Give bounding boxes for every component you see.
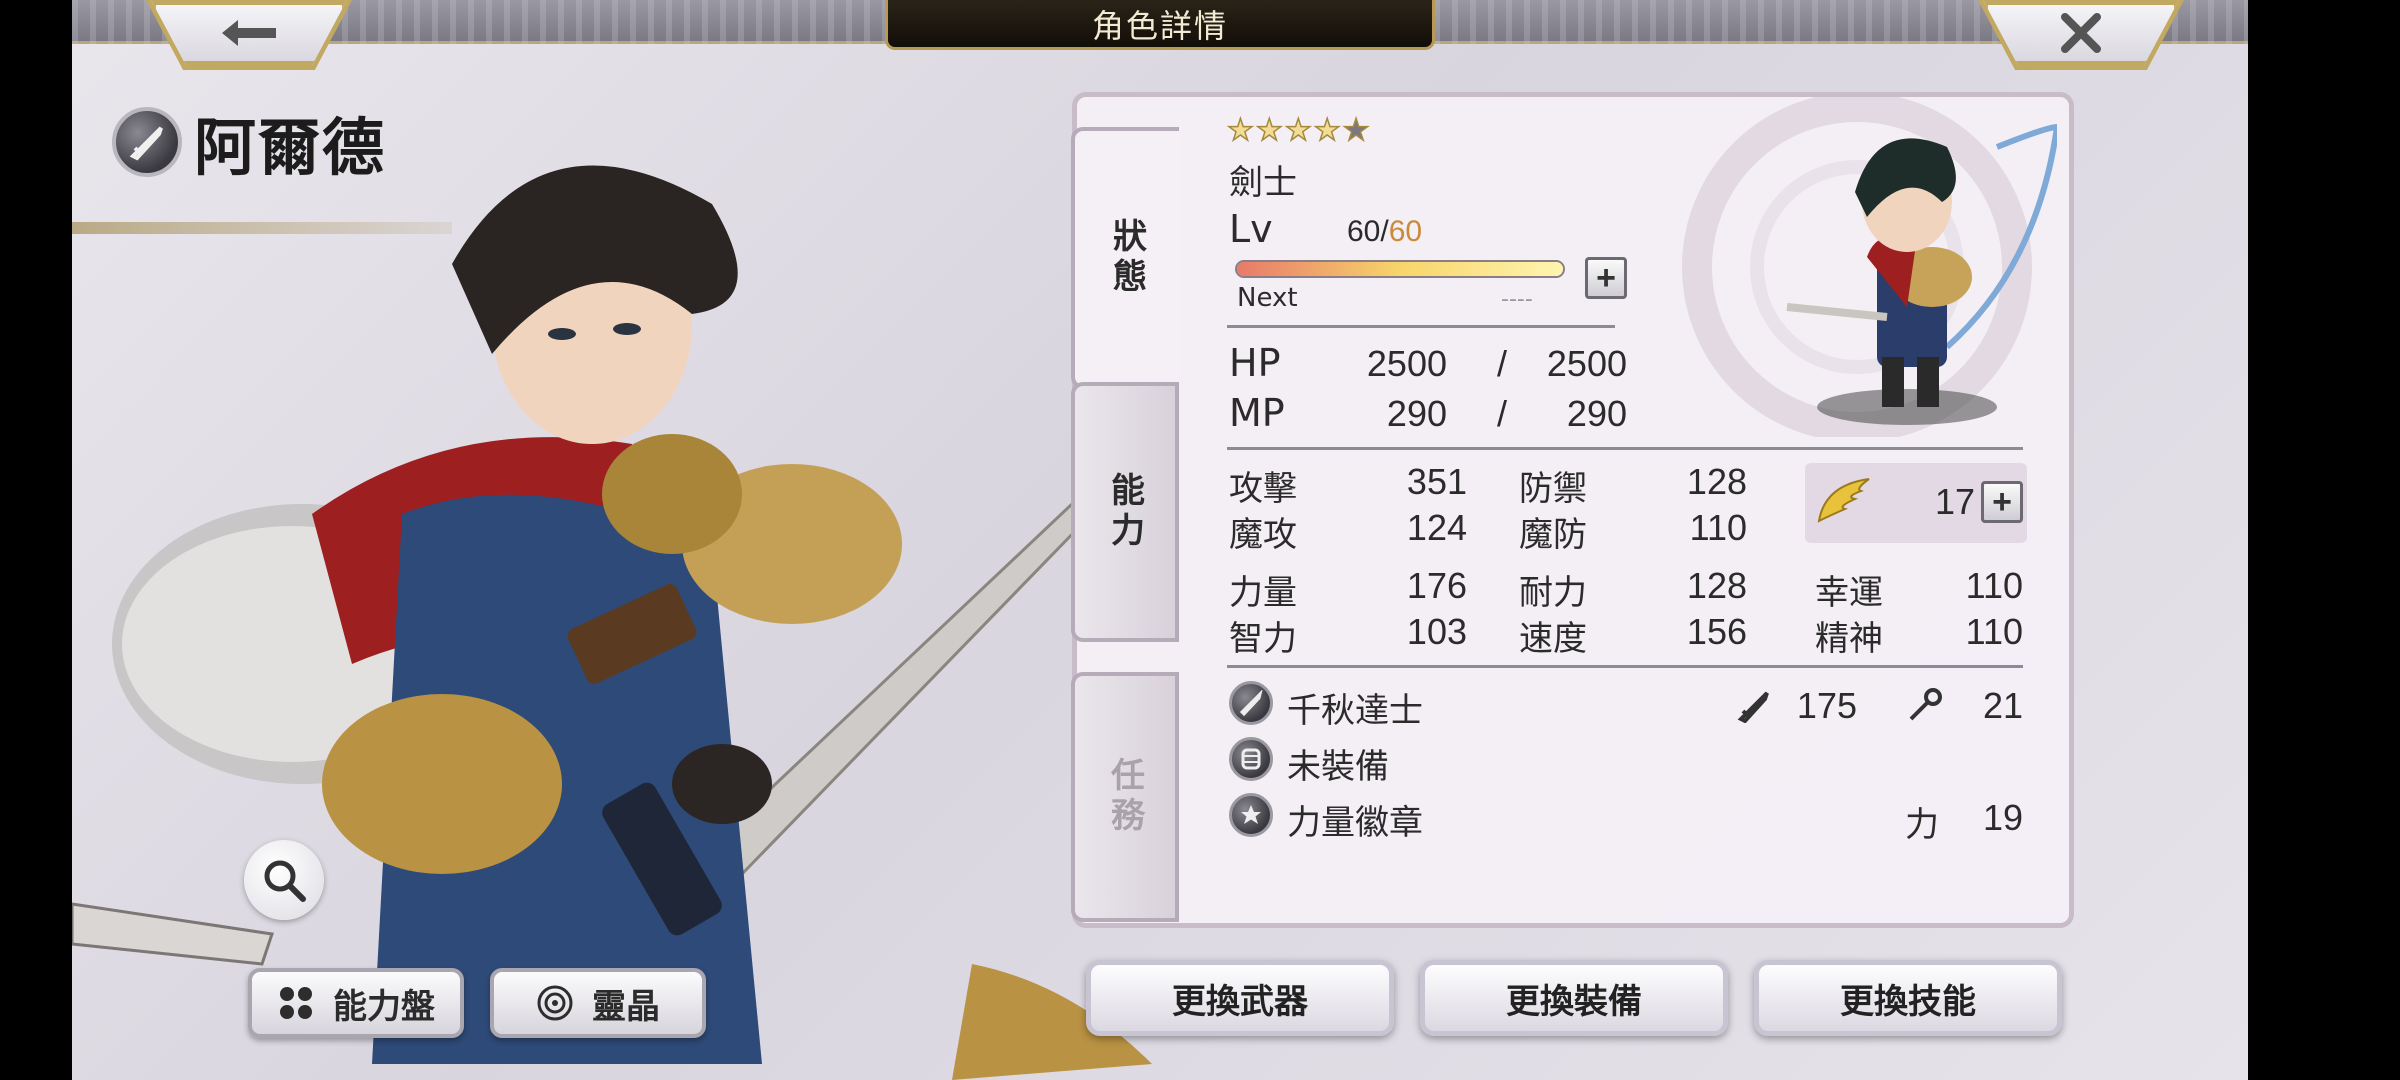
ability-board-label: 能力盤 — [333, 986, 435, 1027]
change-weapon-button[interactable]: 更換武器 — [1086, 960, 1394, 1036]
matk-label: 魔攻 — [1229, 515, 1297, 555]
character-illustration — [72, 165, 1152, 1080]
sword-icon — [1229, 681, 1273, 725]
hp-label: HP — [1229, 341, 1281, 385]
wing-value: 17 — [1934, 481, 1975, 522]
mdef-value: 110 — [1689, 507, 1747, 548]
crystal-icon — [537, 985, 573, 1021]
hp-current: 2500 — [1366, 343, 1447, 384]
exp-bar — [1235, 260, 1565, 278]
divider — [1227, 665, 2023, 668]
mp-label: MP — [1229, 391, 1285, 435]
int-value: 103 — [1406, 611, 1467, 652]
equip-badge-stat: 19 — [1982, 797, 2023, 838]
level-sep: / — [1380, 215, 1389, 248]
star-filled-icon: ★ — [1226, 113, 1254, 148]
int-label: 智力 — [1229, 619, 1297, 659]
star-empty-icon: ★ — [1342, 113, 1370, 148]
equip-weapon-name: 千秋達士 — [1287, 691, 1423, 731]
game-screen: 角色詳情 阿爾德 能力盤 靈晶 狀態 能力 任務 ★ ★ ★ ★ ★ 劍士 Lv… — [72, 0, 2248, 1080]
ability-board-button[interactable]: 能力盤 — [248, 968, 464, 1038]
wing-stat-box: 17 + — [1805, 463, 2027, 543]
spi-label: 精神 — [1815, 619, 1883, 659]
close-icon — [2061, 13, 2101, 53]
page-title: 角色詳情 — [1091, 6, 1228, 45]
badge-icon — [1229, 793, 1273, 837]
armor-icon — [1229, 737, 1273, 781]
str-value: 176 — [1406, 565, 1467, 606]
crystal-label: 靈晶 — [592, 986, 660, 1027]
vit-label: 耐力 — [1519, 573, 1587, 613]
change-skill-button[interactable]: 更換技能 — [1754, 960, 2062, 1036]
spd-value: 156 — [1686, 611, 1747, 652]
tab-status-label: 狀態 — [1106, 218, 1147, 298]
zoom-button[interactable] — [244, 840, 324, 920]
equip-badge-stat-label: 力 — [1905, 805, 1939, 845]
tab-mission-label: 任務 — [1104, 757, 1145, 837]
ability-board-icon — [280, 987, 312, 1019]
equip-armor-name: 未裝備 — [1287, 747, 1389, 787]
hp-max: 2500 — [1546, 343, 1627, 384]
job-name: 劍士 — [1229, 163, 1297, 203]
def-label: 防禦 — [1519, 469, 1587, 509]
star-filled-icon: ★ — [1255, 113, 1283, 148]
status-panel: 狀態 能力 任務 ★ ★ ★ ★ ★ 劍士 Lv 60/60 + Next ---- — [1071, 92, 2074, 928]
exp-bar-fill — [1237, 262, 1563, 276]
plus-icon: + — [1992, 482, 2012, 521]
crystal-button[interactable]: 靈晶 — [490, 968, 706, 1038]
luk-label: 幸運 — [1815, 573, 1883, 613]
divider — [1227, 325, 1615, 328]
level-max: 60 — [1388, 215, 1423, 248]
equip-weapon-matk: 21 — [1982, 685, 2023, 726]
atk-label: 攻擊 — [1229, 469, 1297, 509]
atk-value: 351 — [1406, 461, 1467, 502]
spd-label: 速度 — [1519, 619, 1587, 659]
str-label: 力量 — [1229, 573, 1297, 613]
luk-value: 110 — [1965, 565, 2023, 606]
change-equipment-label: 更換裝備 — [1506, 981, 1642, 1022]
plus-icon: + — [1596, 258, 1616, 297]
page-title-plate: 角色詳情 — [885, 0, 1435, 50]
character-art-area: 阿爾德 — [72, 44, 1172, 1080]
change-equipment-button[interactable]: 更換裝備 — [1420, 960, 1728, 1036]
star-filled-icon: ★ — [1313, 113, 1341, 148]
divider — [1227, 447, 2023, 450]
tab-mission[interactable]: 任務 — [1071, 672, 1179, 922]
vit-value: 128 — [1686, 565, 1747, 606]
rarity-stars: ★ ★ ★ ★ ★ — [1226, 113, 1370, 148]
search-icon — [264, 860, 306, 902]
sword-small-icon — [1737, 691, 1769, 723]
wing-icon — [1817, 478, 1870, 523]
tab-ability-label: 能力 — [1104, 472, 1145, 552]
next-value: ---- — [1501, 287, 1533, 312]
matk-value: 124 — [1406, 507, 1467, 548]
def-value: 128 — [1686, 461, 1747, 502]
wing-plus-button[interactable]: + — [1981, 481, 2023, 523]
change-weapon-label: 更換武器 — [1172, 981, 1308, 1022]
level-label: Lv — [1229, 207, 1273, 251]
equip-badge-name: 力量徽章 — [1287, 803, 1423, 843]
level-current: 60 — [1347, 215, 1381, 248]
mp-current: 290 — [1386, 393, 1447, 434]
mp-max: 290 — [1566, 393, 1627, 434]
next-label: Next — [1237, 283, 1298, 313]
mp-sep: / — [1496, 393, 1507, 434]
level-up-button[interactable]: + — [1585, 257, 1627, 299]
hp-sep: / — [1496, 343, 1507, 384]
staff-icon — [1909, 688, 1942, 721]
change-skill-label: 更換技能 — [1840, 981, 1976, 1022]
level-value: 60/60 — [1347, 215, 1422, 249]
spi-value: 110 — [1965, 611, 2023, 652]
character-sprite — [1786, 123, 2057, 425]
tab-ability[interactable]: 能力 — [1071, 382, 1179, 642]
tab-status[interactable]: 狀態 — [1071, 127, 1179, 389]
mdef-label: 魔防 — [1519, 515, 1587, 555]
star-filled-icon: ★ — [1284, 113, 1312, 148]
equip-weapon-atk: 175 — [1796, 685, 1857, 726]
